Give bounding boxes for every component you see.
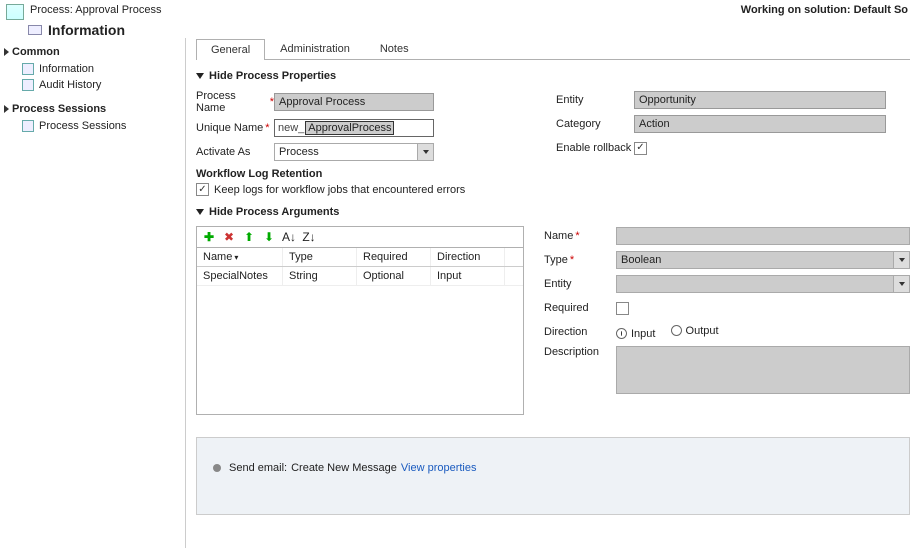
step-container: Send email: Create New Message View prop… bbox=[196, 437, 910, 515]
process-breadcrumb: Process: Approval Process bbox=[30, 4, 161, 16]
step-label: Send email: bbox=[229, 462, 287, 474]
entity-field: Opportunity bbox=[634, 91, 886, 109]
activate-as-select[interactable]: Process bbox=[274, 143, 434, 161]
direction-output-radio[interactable]: Output bbox=[671, 325, 719, 337]
process-name-field[interactable]: Approval Process bbox=[274, 93, 434, 111]
arg-type-label: Type* bbox=[544, 254, 616, 266]
entity-label: Entity bbox=[556, 94, 634, 106]
workflow-log-heading: Workflow Log Retention bbox=[196, 168, 546, 180]
arg-type-select[interactable]: Boolean bbox=[616, 251, 910, 269]
sidebar-section-common: Common bbox=[4, 44, 185, 61]
delete-argument-button[interactable]: ✖ bbox=[222, 230, 236, 244]
dropdown-icon bbox=[417, 144, 433, 160]
add-argument-button[interactable]: ✚ bbox=[202, 230, 216, 244]
audit-history-icon bbox=[22, 79, 34, 91]
grid-header-name[interactable]: Name bbox=[197, 248, 283, 266]
arg-description-label: Description bbox=[544, 346, 616, 358]
arg-name-label: Name* bbox=[544, 230, 616, 242]
arg-name-input[interactable] bbox=[616, 227, 910, 245]
information-item-icon bbox=[22, 63, 34, 75]
activate-as-label: Activate As bbox=[196, 146, 274, 158]
grid-header-required[interactable]: Required bbox=[357, 248, 431, 266]
move-down-button[interactable]: ⬇ bbox=[262, 230, 276, 244]
keep-logs-label: Keep logs for workflow jobs that encount… bbox=[214, 184, 465, 196]
sidebar-item-information[interactable]: Information bbox=[4, 61, 185, 77]
direction-input-radio[interactable]: Input bbox=[616, 328, 655, 340]
arg-direction-label: Direction bbox=[544, 326, 616, 338]
category-label: Category bbox=[556, 118, 634, 130]
arg-required-label: Required bbox=[544, 302, 616, 314]
sort-desc-button[interactable]: Z↓ bbox=[302, 230, 316, 244]
enable-rollback-label: Enable rollback bbox=[556, 142, 634, 154]
information-icon bbox=[28, 25, 42, 35]
move-up-button[interactable]: ⬆ bbox=[242, 230, 256, 244]
process-sessions-icon bbox=[22, 120, 34, 132]
chevron-down-icon bbox=[196, 209, 204, 215]
view-properties-link[interactable]: View properties bbox=[401, 462, 477, 474]
solution-label: Working on solution: Default So bbox=[741, 4, 908, 16]
process-name-label: Process Name* bbox=[196, 90, 274, 114]
hide-process-arguments-toggle[interactable]: Hide Process Arguments bbox=[196, 206, 910, 218]
chevron-down-icon bbox=[196, 73, 204, 79]
category-field: Action bbox=[634, 115, 886, 133]
sidebar-item-process-sessions[interactable]: Process Sessions bbox=[4, 118, 185, 134]
arg-entity-label: Entity bbox=[544, 278, 616, 290]
step-value: Create New Message bbox=[291, 462, 397, 474]
step-row[interactable]: Send email: Create New Message View prop… bbox=[205, 462, 901, 474]
grid-header-type[interactable]: Type bbox=[283, 248, 357, 266]
arg-entity-select[interactable] bbox=[616, 275, 910, 293]
tab-notes[interactable]: Notes bbox=[365, 38, 424, 59]
page-title: Information bbox=[48, 22, 125, 38]
tab-administration[interactable]: Administration bbox=[265, 38, 365, 59]
sort-asc-button[interactable]: A↓ bbox=[282, 230, 296, 244]
unique-name-field[interactable]: new_ ApprovalProcess bbox=[274, 119, 434, 137]
dropdown-icon bbox=[893, 276, 909, 292]
step-bullet-icon bbox=[213, 464, 221, 472]
enable-rollback-checkbox[interactable] bbox=[634, 142, 647, 155]
unique-name-label: Unique Name* bbox=[196, 122, 274, 134]
arg-required-checkbox[interactable] bbox=[616, 302, 629, 315]
sidebar: Common Information Audit History Process… bbox=[0, 38, 186, 548]
grid-header-direction[interactable]: Direction bbox=[431, 248, 505, 266]
keep-logs-checkbox[interactable] bbox=[196, 183, 209, 196]
arguments-toolbar: ✚ ✖ ⬆ ⬇ A↓ Z↓ bbox=[196, 226, 524, 247]
arg-description-textarea[interactable] bbox=[616, 346, 910, 394]
sidebar-item-audit-history[interactable]: Audit History bbox=[4, 77, 185, 93]
sidebar-section-sessions: Process Sessions bbox=[4, 101, 185, 118]
hide-process-properties-toggle[interactable]: Hide Process Properties bbox=[196, 70, 910, 82]
keep-logs-checkbox-row[interactable]: Keep logs for workflow jobs that encount… bbox=[196, 183, 546, 196]
table-row[interactable]: SpecialNotes String Optional Input bbox=[197, 267, 523, 286]
process-icon bbox=[6, 4, 24, 20]
tab-general[interactable]: General bbox=[196, 39, 265, 60]
dropdown-icon bbox=[893, 252, 909, 268]
tab-strip: General Administration Notes bbox=[196, 38, 910, 60]
arguments-grid: Name Type Required Direction SpecialNote… bbox=[196, 247, 524, 415]
